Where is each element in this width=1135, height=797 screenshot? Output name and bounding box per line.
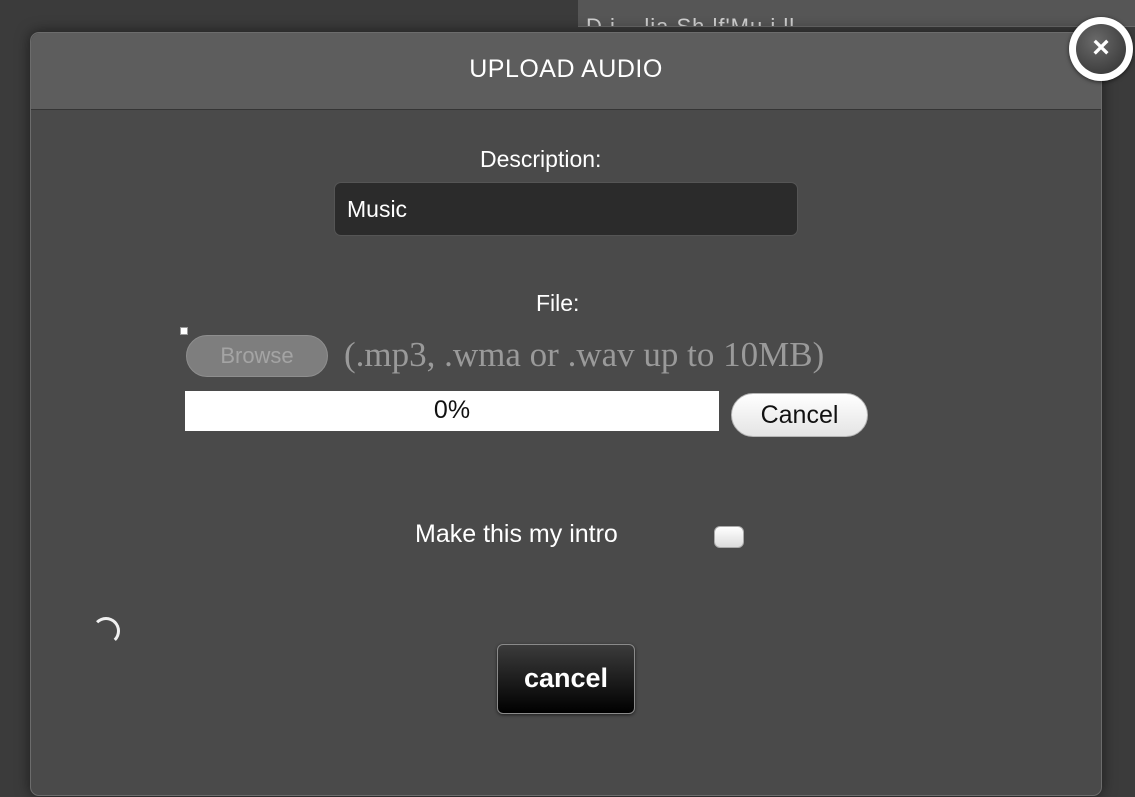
background-page-strip: D i .. lia Sh lf'Mu i ll [578,0,1135,27]
description-label: Description: [480,146,602,172]
make-intro-checkbox[interactable] [714,526,744,548]
upload-progress-bar: 0% [185,391,719,431]
close-button[interactable]: × [1069,17,1133,81]
dialog-title: UPLOAD AUDIO [469,55,663,83]
file-label: File: [536,290,580,316]
cancel-upload-button[interactable]: Cancel [731,393,868,437]
dialog-header: UPLOAD AUDIO [31,33,1101,110]
make-intro-label: Make this my intro [415,520,618,548]
cancel-dialog-button[interactable]: cancel [497,644,635,714]
background-page-text: D i .. lia Sh lf'Mu i ll [586,14,796,27]
resize-handle-icon [180,327,188,335]
loading-spinner-icon [92,617,120,645]
browse-button[interactable]: Browse [186,335,328,377]
description-input[interactable] [334,182,798,236]
file-format-hint: (.mp3, .wma or .wav up to 10MB) [344,335,825,374]
upload-progress-text: 0% [433,396,471,424]
close-icon: × [1076,24,1126,74]
